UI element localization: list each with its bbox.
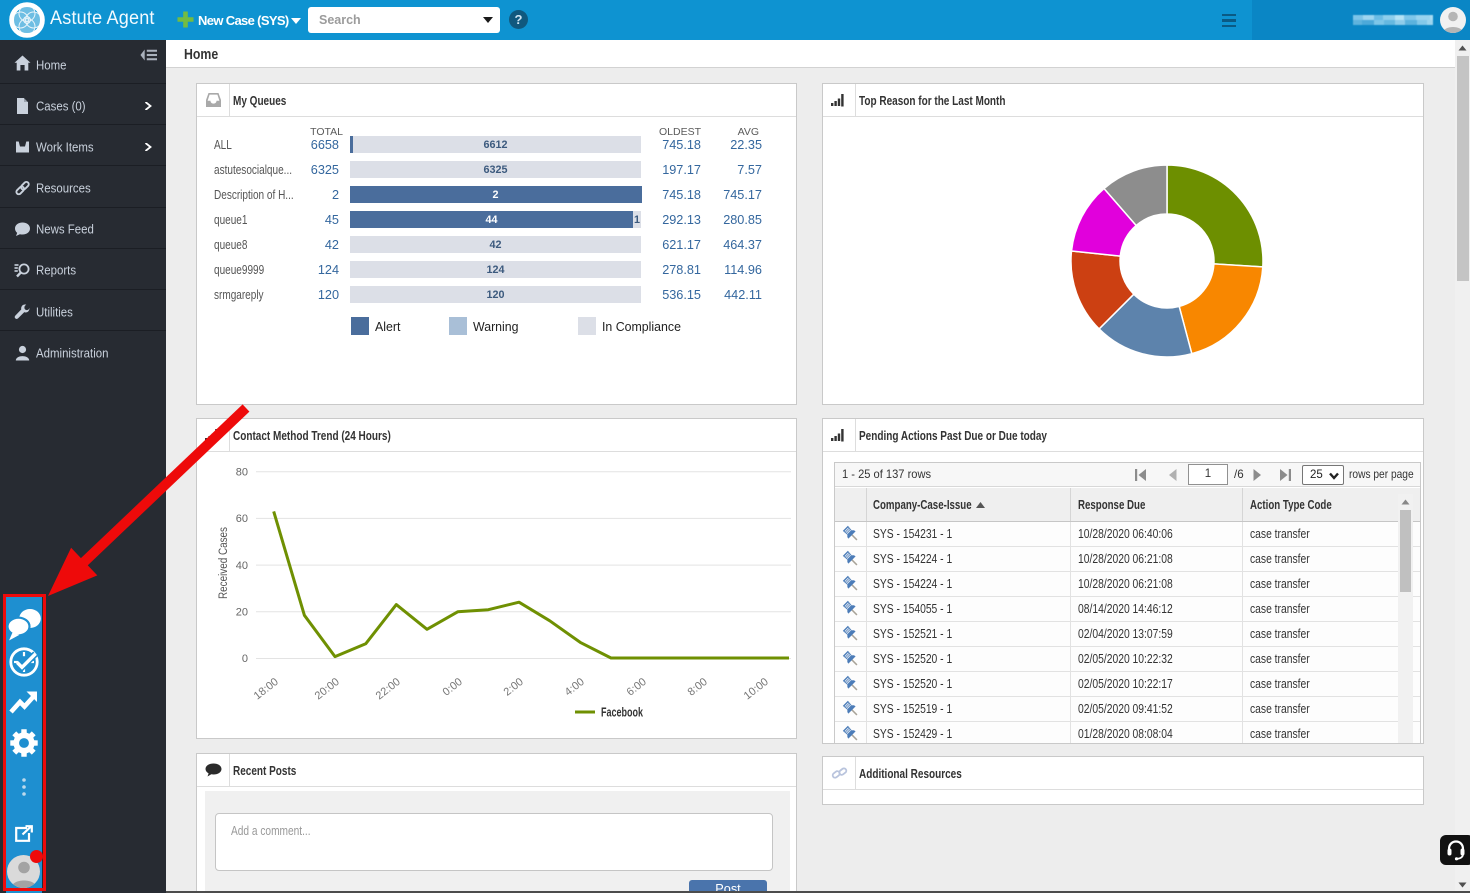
svg-text:60: 60 xyxy=(236,513,248,525)
svg-text:80: 80 xyxy=(236,466,248,478)
svg-text:10:00: 10:00 xyxy=(742,676,771,702)
svg-text:8:00: 8:00 xyxy=(686,676,710,699)
svg-text:6:00: 6:00 xyxy=(625,676,649,699)
svg-text:18:00: 18:00 xyxy=(252,676,281,702)
svg-text:0: 0 xyxy=(242,653,248,665)
svg-text:22:00: 22:00 xyxy=(374,676,403,702)
svg-text:4:00: 4:00 xyxy=(563,676,587,699)
svg-text:20:00: 20:00 xyxy=(313,676,342,702)
svg-text:Facebook: Facebook xyxy=(601,706,643,720)
svg-text:0:00: 0:00 xyxy=(441,676,465,699)
svg-text:20: 20 xyxy=(236,607,248,619)
svg-text:40: 40 xyxy=(236,560,248,572)
svg-text:2:00: 2:00 xyxy=(502,676,526,699)
svg-text:Received Cases: Received Cases xyxy=(218,527,230,599)
